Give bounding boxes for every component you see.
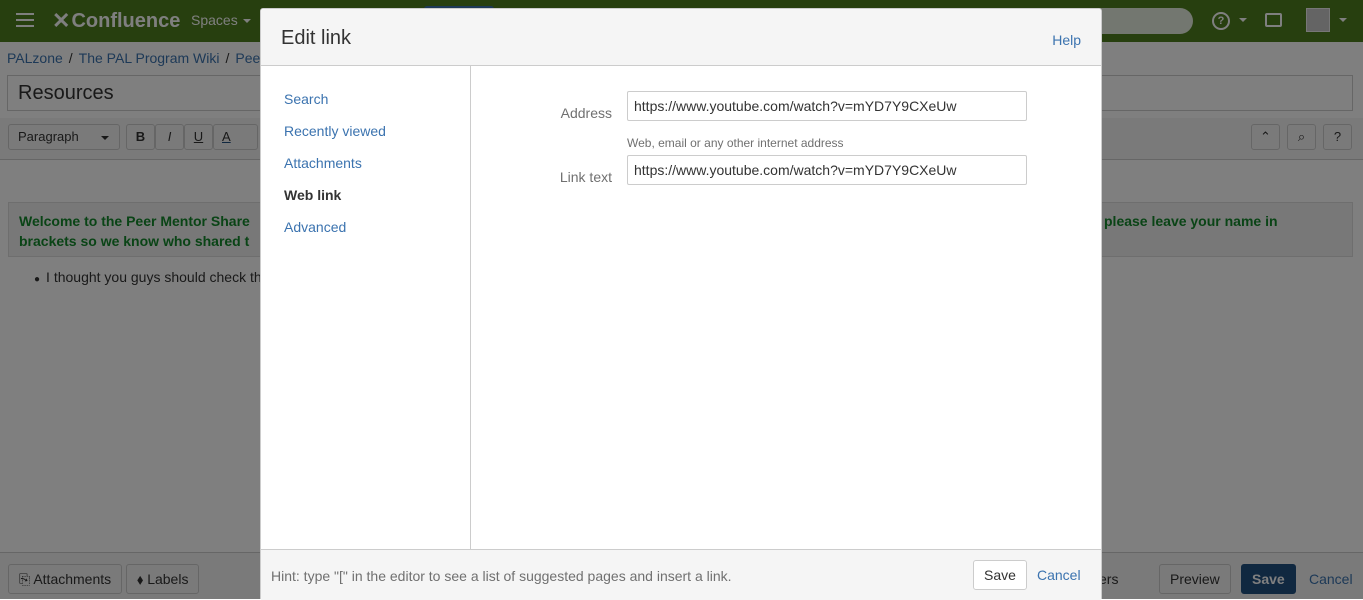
edit-link-dialog: Edit link Help Search Recently viewed At…: [260, 8, 1102, 600]
menu-item-advanced[interactable]: Advanced: [284, 219, 346, 235]
link-text-label: Link text: [559, 169, 612, 185]
address-input[interactable]: [627, 91, 1027, 121]
menu-item-attachments[interactable]: Attachments: [284, 155, 362, 171]
address-label: Address: [560, 105, 612, 121]
link-text-input[interactable]: [627, 155, 1027, 185]
address-description: Web, email or any other internet address: [627, 136, 844, 150]
menu-item-web-link[interactable]: Web link: [284, 187, 341, 203]
dialog-menu: Search Recently viewed Attachments Web l…: [261, 66, 471, 549]
menu-item-recently-viewed[interactable]: Recently viewed: [284, 123, 386, 139]
dialog-hint: Hint: type "[" in the editor to see a li…: [271, 568, 732, 584]
dialog-cancel-button[interactable]: Cancel: [1037, 567, 1081, 583]
menu-item-search[interactable]: Search: [284, 91, 328, 107]
dialog-body: Address Web, email or any other internet…: [472, 66, 1101, 549]
dialog-header: Edit link Help: [261, 9, 1101, 66]
dialog-save-button[interactable]: Save: [973, 560, 1027, 590]
dialog-help-link[interactable]: Help: [1052, 32, 1081, 48]
dialog-footer: Hint: type "[" in the editor to see a li…: [261, 549, 1101, 600]
dialog-title: Edit link: [281, 27, 352, 49]
